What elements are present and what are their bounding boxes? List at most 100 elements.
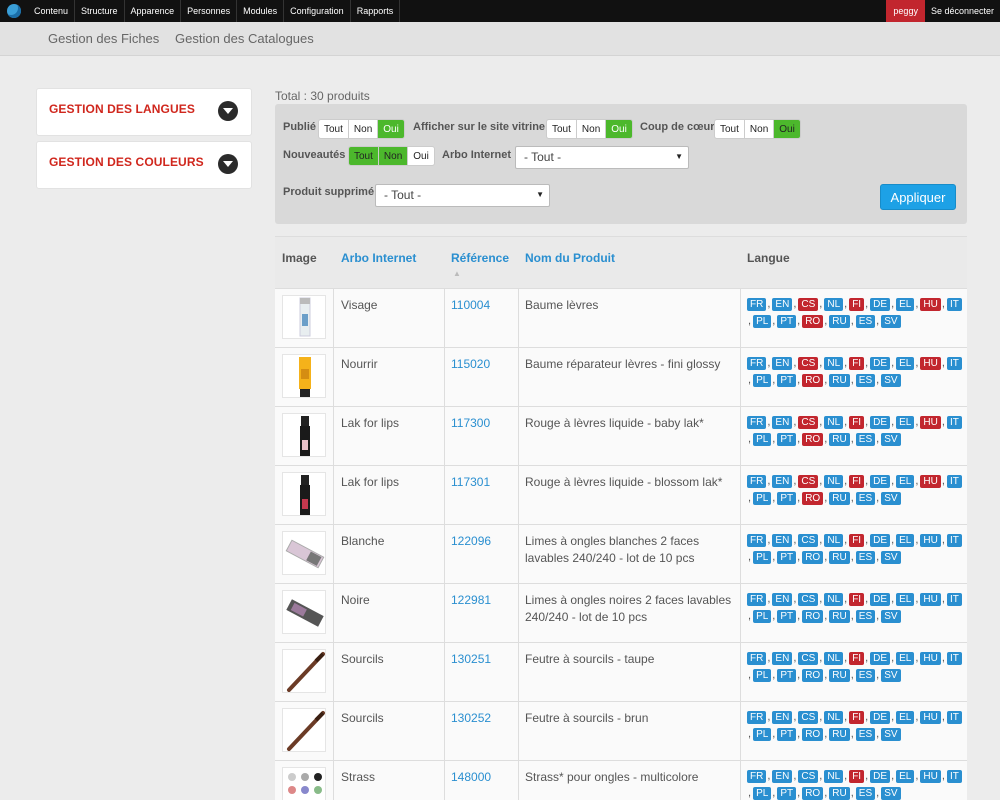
language-badge-ru[interactable]: RU <box>829 315 850 328</box>
language-badge-ro[interactable]: RO <box>802 374 824 387</box>
reference-link[interactable]: 117301 <box>451 474 490 491</box>
table-row[interactable]: Lak for lips 117300 Rouge à lèvres liquide… <box>275 406 967 465</box>
reference-link[interactable]: 130251 <box>451 651 491 668</box>
language-badge-ro[interactable]: RO <box>802 492 824 505</box>
language-badge-el[interactable]: EL <box>896 534 915 547</box>
language-badge-fr[interactable]: FR <box>747 770 767 783</box>
reference-link[interactable]: 148000 <box>451 769 491 786</box>
language-badge-sv[interactable]: SV <box>881 669 901 682</box>
language-badge-fi[interactable]: FI <box>849 357 865 370</box>
menu-structure[interactable]: Structure <box>75 0 125 22</box>
table-row[interactable]: Visage 110004 Baume lèvres FR, EN, CS, NL, FI, D… <box>275 288 967 347</box>
language-badge-ru[interactable]: RU <box>829 433 850 446</box>
reference-link[interactable]: 122981 <box>451 592 491 609</box>
language-badge-es[interactable]: ES <box>855 787 876 800</box>
language-badge-fi[interactable]: FI <box>849 298 865 311</box>
language-badge-de[interactable]: DE <box>870 652 891 665</box>
language-badge-en[interactable]: EN <box>772 652 793 665</box>
reference-link[interactable]: 122096 <box>451 533 491 550</box>
language-badge-pl[interactable]: PL <box>753 551 772 564</box>
nav-gestion-catalogues[interactable]: Gestion des Catalogues <box>175 31 314 46</box>
table-row[interactable]: Blanche 122096 Limes à ongles blanches 2 f… <box>275 524 967 583</box>
language-badge-hu[interactable]: HU <box>920 298 941 311</box>
menu-personnes[interactable]: Personnes <box>181 0 238 22</box>
col-header-reference[interactable]: Référence <box>451 251 509 265</box>
language-badge-fi[interactable]: FI <box>849 416 865 429</box>
menu-modules[interactable]: Modules <box>237 0 285 22</box>
language-badge-fi[interactable]: FI <box>849 475 865 488</box>
seg-non[interactable]: Non <box>577 120 607 138</box>
language-badge-es[interactable]: ES <box>855 728 876 741</box>
language-badge-es[interactable]: ES <box>855 492 876 505</box>
language-badge-nl[interactable]: NL <box>824 711 844 724</box>
language-badge-fr[interactable]: FR <box>747 534 767 547</box>
product-thumbnail[interactable] <box>282 649 326 693</box>
language-badge-cs[interactable]: CS <box>798 475 819 488</box>
language-badge-nl[interactable]: NL <box>824 593 844 606</box>
language-badge-en[interactable]: EN <box>772 770 793 783</box>
language-badge-hu[interactable]: HU <box>920 357 941 370</box>
language-badge-nl[interactable]: NL <box>824 652 844 665</box>
language-badge-it[interactable]: IT <box>946 770 962 783</box>
language-badge-it[interactable]: IT <box>946 711 962 724</box>
language-badge-nl[interactable]: NL <box>824 534 844 547</box>
reference-link[interactable]: 117300 <box>451 415 490 432</box>
seg-oui[interactable]: Oui <box>774 120 800 138</box>
chevron-down-icon[interactable] <box>218 101 238 121</box>
reference-link[interactable]: 115020 <box>451 356 490 373</box>
seg-non[interactable]: Non <box>745 120 775 138</box>
language-badge-pl[interactable]: PL <box>753 787 772 800</box>
product-thumbnail[interactable] <box>282 413 326 457</box>
language-badge-de[interactable]: DE <box>870 475 891 488</box>
language-badge-de[interactable]: DE <box>870 298 891 311</box>
sidebar-block-couleurs[interactable]: GESTION DES COULEURS <box>36 141 252 189</box>
language-badge-ru[interactable]: RU <box>829 492 850 505</box>
table-row[interactable]: Noire 122981 Limes à ongles noires 2 faces… <box>275 583 967 642</box>
product-thumbnail[interactable] <box>282 590 326 634</box>
drupal-logo-icon[interactable] <box>0 0 28 22</box>
language-badge-fi[interactable]: FI <box>849 534 865 547</box>
language-badge-pl[interactable]: PL <box>753 610 772 623</box>
table-row[interactable]: Lak for lips 117301 Rouge à lèvres liquide… <box>275 465 967 524</box>
language-badge-fi[interactable]: FI <box>849 593 865 606</box>
language-badge-fr[interactable]: FR <box>747 475 767 488</box>
table-row[interactable]: Sourcils 130252 Feutre à sourcils - brun FR… <box>275 701 967 760</box>
language-badge-pl[interactable]: PL <box>753 374 772 387</box>
language-badge-fi[interactable]: FI <box>849 770 865 783</box>
nav-gestion-fiches[interactable]: Gestion des Fiches <box>48 31 159 46</box>
language-badge-sv[interactable]: SV <box>881 551 901 564</box>
product-thumbnail[interactable] <box>282 295 326 339</box>
language-badge-el[interactable]: EL <box>896 593 915 606</box>
logout-link[interactable]: Se déconnecter <box>925 0 1000 22</box>
seg-oui[interactable]: Oui <box>408 147 434 165</box>
language-badge-nl[interactable]: NL <box>824 475 844 488</box>
language-badge-en[interactable]: EN <box>772 711 793 724</box>
language-badge-cs[interactable]: CS <box>798 711 819 724</box>
language-badge-de[interactable]: DE <box>870 534 891 547</box>
seg-oui[interactable]: Oui <box>378 120 404 138</box>
language-badge-el[interactable]: EL <box>896 298 915 311</box>
language-badge-cs[interactable]: CS <box>798 357 819 370</box>
language-badge-it[interactable]: IT <box>946 534 962 547</box>
language-badge-de[interactable]: DE <box>870 593 891 606</box>
language-badge-hu[interactable]: HU <box>920 711 941 724</box>
reference-link[interactable]: 130252 <box>451 710 491 727</box>
language-badge-el[interactable]: EL <box>896 357 915 370</box>
language-badge-ru[interactable]: RU <box>829 551 850 564</box>
seg-tout[interactable]: Tout <box>715 120 745 138</box>
language-badge-ru[interactable]: RU <box>829 787 850 800</box>
product-thumbnail[interactable] <box>282 472 326 516</box>
seg-tout[interactable]: Tout <box>319 120 349 138</box>
language-badge-pt[interactable]: PT <box>777 433 797 446</box>
language-badge-cs[interactable]: CS <box>798 534 819 547</box>
language-badge-hu[interactable]: HU <box>920 416 941 429</box>
language-badge-cs[interactable]: CS <box>798 416 819 429</box>
product-thumbnail[interactable] <box>282 354 326 398</box>
language-badge-nl[interactable]: NL <box>824 357 844 370</box>
language-badge-ru[interactable]: RU <box>829 610 850 623</box>
table-row[interactable]: Strass 148000 Strass* pour ongles - multic… <box>275 760 967 800</box>
language-badge-el[interactable]: EL <box>896 475 915 488</box>
language-badge-es[interactable]: ES <box>855 315 876 328</box>
col-header-nom[interactable]: Nom du Produit <box>525 251 615 265</box>
language-badge-it[interactable]: IT <box>946 593 962 606</box>
